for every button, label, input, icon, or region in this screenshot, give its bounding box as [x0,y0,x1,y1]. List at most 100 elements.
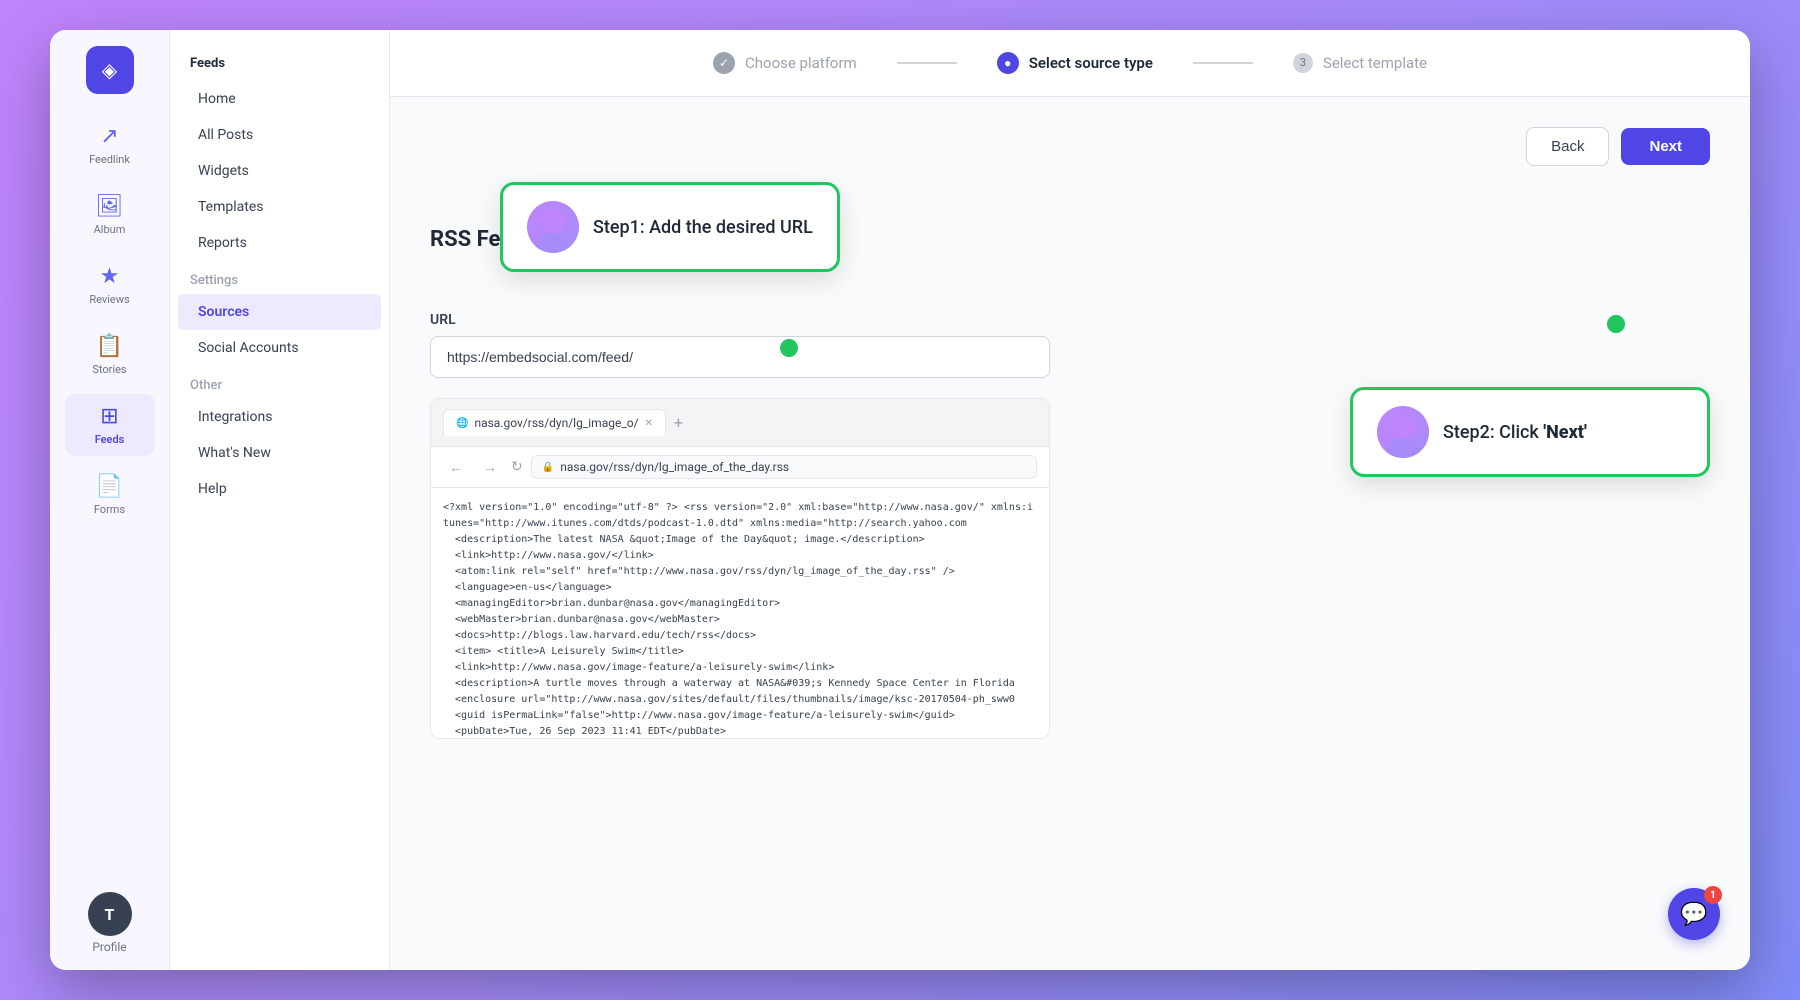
browser-tab[interactable]: 🌐 nasa.gov/rss/dyn/lg_image_o/ ✕ [443,409,666,436]
album-label: Album [94,223,126,236]
next-button[interactable]: Next [1621,128,1710,165]
content-line-8: <docs>http://blogs.law.harvard.edu/tech/… [443,628,1037,644]
step3-circle: 3 [1293,53,1313,73]
feeds-icon: ⊞ [100,404,118,429]
profile-label: Profile [92,940,126,954]
nav-integrations[interactable]: Integrations [178,399,381,435]
refresh-icon[interactable]: ↻ [511,459,523,475]
profile-section: T Profile [88,892,132,954]
sidebar-item-reviews[interactable]: ★ Reviews [65,254,155,316]
main-content: ✓ Choose platform ● Select source type 3… [390,30,1750,970]
tab-close-icon[interactable]: ✕ [645,418,653,429]
reviews-label: Reviews [89,293,129,306]
feedlink-label: Feedlink [89,153,130,166]
browser-controls: ← → ↻ 🔒 nasa.gov/rss/dyn/lg_image_of_the… [431,447,1049,488]
step-wizard: ✓ Choose platform ● Select source type 3… [390,30,1750,97]
logo-symbol: ◈ [102,58,117,82]
content-line-5: <language>en-us</language> [443,580,1037,596]
address-text: nasa.gov/rss/dyn/lg_image_of_the_day.rss [560,460,789,474]
content-line-9: <item> <title>A Leisurely Swim</title> [443,644,1037,660]
sidebar-item-feedlink[interactable]: ↗ Feedlink [65,114,155,176]
tooltip1-text: Step1: Add the desired URL [593,217,813,238]
address-bar[interactable]: 🔒 nasa.gov/rss/dyn/lg_image_of_the_day.r… [531,455,1037,479]
avatar2-image [1377,406,1429,458]
tooltip1-avatar [527,201,579,253]
profile-avatar[interactable]: T [88,892,132,936]
app-container: ◈ ↗ Feedlink 🖼 Album ★ Reviews 📋 Stories… [50,30,1750,970]
content-line-3: <link>http://www.nasa.gov/</link> [443,548,1037,564]
new-tab-icon[interactable]: + [674,413,683,432]
nav-feeds-label: Feeds [170,46,389,81]
browser-content: <?xml version="1.0" encoding="utf-8" ?> … [431,488,1049,738]
nav-social-accounts[interactable]: Social Accounts [178,330,381,366]
app-logo[interactable]: ◈ [86,46,134,94]
profile-initial: T [105,905,115,924]
notification-badge: 1 [1704,886,1722,904]
connector-dot-2 [1607,315,1625,333]
forward-nav-icon[interactable]: → [477,457,503,478]
step2-circle: ● [997,52,1019,74]
step-select-source-type: ● Select source type [997,52,1153,74]
reviews-icon: ★ [100,264,120,289]
tooltip-step1: Step1: Add the desired URL [500,182,840,272]
nav-whats-new[interactable]: What's New [178,435,381,471]
sidebar-item-forms[interactable]: 📄 Forms [65,464,155,526]
content-line-14: <pubDate>Tue, 26 Sep 2023 11:41 EDT</pub… [443,724,1037,738]
nav-home[interactable]: Home [178,81,381,117]
connector-dot-1 [780,339,798,357]
content-line-10: <link>http://www.nasa.gov/image-feature/… [443,660,1037,676]
nav-sources[interactable]: Sources [178,294,381,330]
step-connector-1 [897,62,957,64]
content-line-6: <managingEditor>brian.dunbar@nasa.gov</m… [443,596,1037,612]
browser-preview: 🌐 nasa.gov/rss/dyn/lg_image_o/ ✕ + ← → ↻… [430,398,1050,739]
stories-label: Stories [92,363,126,376]
lock-icon: 🔒 [542,462,554,473]
step-choose-platform: ✓ Choose platform [713,52,857,74]
sidebar-item-stories[interactable]: 📋 Stories [65,324,155,386]
step3-label: Select template [1323,54,1427,72]
nav-help[interactable]: Help [178,471,381,507]
nav-sidebar: Feeds Home All Posts Widgets Templates R… [170,30,390,970]
feeds-label: Feeds [95,433,125,446]
step1-circle: ✓ [713,52,735,74]
forms-icon: 📄 [96,474,123,499]
url-label: URL [430,312,1710,328]
sidebar-item-album[interactable]: 🖼 Album [65,184,155,246]
content-line-4: <atom:link rel="self" href="http://www.n… [443,564,1037,580]
tooltip-step2: Step2: Click 'Next' [1350,387,1710,477]
stories-icon: 📋 [96,334,123,359]
content-line-12: <enclosure url="http://www.nasa.gov/site… [443,692,1037,708]
tooltip2-text: Step2: Click 'Next' [1443,422,1587,443]
avatar-image [527,201,579,253]
icon-sidebar: ◈ ↗ Feedlink 🖼 Album ★ Reviews 📋 Stories… [50,30,170,970]
tab-favicon: 🌐 [456,418,468,429]
tooltip2-bold: 'Next' [1543,422,1586,443]
step-connector-2 [1193,62,1253,64]
action-bar: Back Next [1526,127,1710,166]
chat-bubble[interactable]: 💬 1 [1668,888,1720,940]
back-button[interactable]: Back [1526,127,1609,166]
nav-widgets[interactable]: Widgets [178,153,381,189]
step1-label: Choose platform [745,54,857,72]
settings-section-header: Settings [170,261,389,294]
content-line-1: <?xml version="1.0" encoding="utf-8" ?> … [443,500,1037,532]
feedlink-icon: ↗ [100,124,118,149]
url-input[interactable] [430,336,1050,378]
url-section: URL [430,312,1710,378]
back-nav-icon[interactable]: ← [443,457,469,478]
content-area: Step1: Add the desired URL RSS Feed Back… [390,97,1750,970]
sidebar-item-feeds[interactable]: ⊞ Feeds [65,394,155,456]
step2-label: Select source type [1029,54,1153,72]
tooltip2-avatar [1377,406,1429,458]
content-line-2: <description>The latest NASA &quot;Image… [443,532,1037,548]
tab-label: nasa.gov/rss/dyn/lg_image_o/ [474,416,638,430]
content-line-7: <webMaster>brian.dunbar@nasa.gov</webMas… [443,612,1037,628]
nav-reports[interactable]: Reports [178,225,381,261]
content-line-11: <description>A turtle moves through a wa… [443,676,1037,692]
content-line-13: <guid isPermaLink="false">http://www.nas… [443,708,1037,724]
nav-templates[interactable]: Templates [178,189,381,225]
step-select-template: 3 Select template [1293,53,1427,73]
nav-all-posts[interactable]: All Posts [178,117,381,153]
forms-label: Forms [94,503,125,516]
other-section-header: Other [170,366,389,399]
